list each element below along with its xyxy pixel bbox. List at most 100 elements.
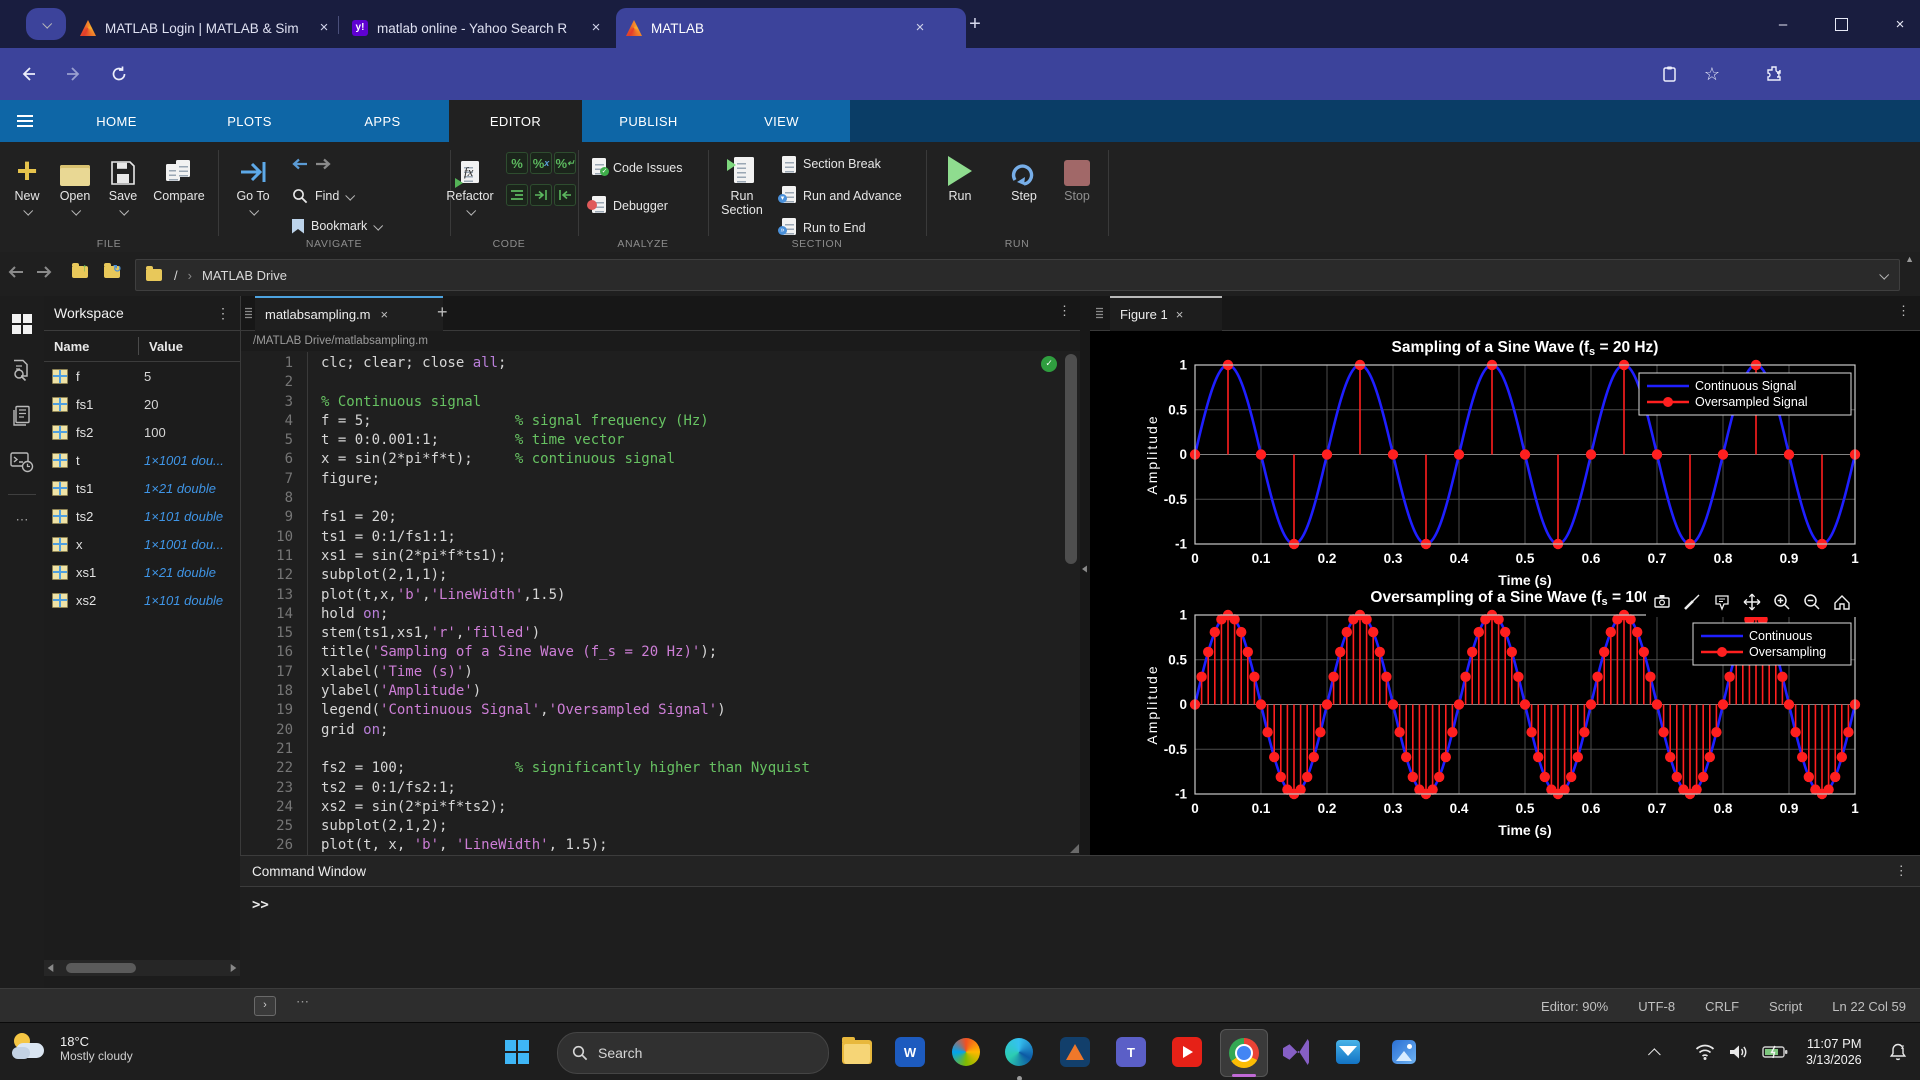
indent-left-button[interactable]	[554, 184, 576, 206]
command-prompt[interactable]: >>	[240, 887, 1920, 913]
editor-tab-close-icon[interactable]: ×	[381, 307, 389, 322]
refresh-folder-button[interactable]: ↻	[104, 266, 120, 281]
code-line[interactable]: grid on;	[321, 721, 1051, 740]
tab-editor[interactable]: EDITOR	[449, 100, 582, 142]
status-more-button[interactable]: ⋯	[296, 994, 311, 1010]
breadcrumb-root[interactable]: /	[174, 268, 178, 283]
editor-tab-matlabsampling[interactable]: matlabsampling.m ×	[255, 296, 443, 331]
tab-home[interactable]: HOME	[50, 100, 183, 142]
code-line[interactable]: stem(ts1,xs1,'r','filled')	[321, 624, 1051, 643]
breadcrumb-current[interactable]: MATLAB Drive	[202, 268, 287, 283]
uncomment-button[interactable]: %x	[530, 152, 552, 174]
workspace-row[interactable]: xs21×101 double	[44, 586, 240, 614]
code-line[interactable]: subplot(2,1,1);	[321, 566, 1051, 585]
code-line[interactable]: xs2 = sin(2*pi*f*ts2);	[321, 798, 1051, 817]
command-window-menu-button[interactable]: ⋮	[1895, 863, 1909, 879]
column-name[interactable]: Name	[54, 339, 138, 354]
run-and-advance-button[interactable]: ▾ Run and Advance	[782, 184, 902, 208]
line-number[interactable]: 12	[241, 566, 293, 585]
back-button[interactable]	[15, 61, 41, 87]
code-line[interactable]: fs1 = 20;	[321, 508, 1051, 527]
line-number-gutter[interactable]: 1234567891011121314151617181920212223242…	[241, 354, 293, 855]
code-line[interactable]: t = 0:0.001:1; % time vector	[321, 431, 1051, 450]
code-lines[interactable]: clc; clear; close all; % Continuous sign…	[321, 354, 1051, 855]
tray-show-hidden-button[interactable]	[1652, 1023, 1661, 1080]
history-forward-button[interactable]	[36, 265, 52, 282]
close-button[interactable]: ×	[1872, 0, 1920, 48]
tab-search-button[interactable]	[26, 8, 66, 40]
taskbar-app-mail[interactable]	[1328, 1032, 1368, 1072]
menu-button[interactable]	[0, 100, 50, 142]
run-to-end-button[interactable]: » Run to End	[782, 216, 866, 240]
tab-apps[interactable]: APPS	[316, 100, 449, 142]
code-line[interactable]	[321, 373, 1051, 392]
workspace-row[interactable]: x1×1001 dou...	[44, 530, 240, 558]
maximize-button[interactable]	[1813, 0, 1869, 48]
line-number[interactable]: 7	[241, 470, 293, 489]
code-line[interactable]: plot(t, x, 'b', 'LineWidth', 1.5);	[321, 836, 1051, 855]
taskbar-app-photos[interactable]	[1384, 1032, 1424, 1072]
line-number[interactable]: 8	[241, 489, 293, 508]
status-line-ending[interactable]: CRLF	[1705, 999, 1739, 1014]
figure-menu-button[interactable]: ⋮	[1897, 303, 1910, 319]
code-line[interactable]: xs1 = sin(2*pi*f*ts1);	[321, 547, 1051, 566]
workspace-row[interactable]: fs2100	[44, 418, 240, 446]
wrap-comments-button[interactable]: %↵	[554, 152, 576, 174]
comment-button[interactable]: %	[506, 152, 528, 174]
new-tab-button[interactable]: +	[962, 12, 988, 38]
editor-vscrollbar[interactable]	[1065, 354, 1077, 564]
tray-volume[interactable]	[1728, 1023, 1748, 1080]
status-cursor-position[interactable]: Ln 22 Col 59	[1832, 999, 1906, 1014]
indent-right-button[interactable]	[530, 184, 552, 206]
line-number[interactable]: 24	[241, 798, 293, 817]
tab-close-icon[interactable]: ×	[911, 19, 929, 37]
status-file-type[interactable]: Script	[1769, 999, 1802, 1014]
code-issues-button[interactable]: ✓ Code Issues	[592, 156, 682, 180]
figure-toolbar[interactable]	[1646, 587, 1858, 617]
code-line[interactable]: x = sin(2*pi*f*t); % continuous signal	[321, 450, 1051, 469]
column-divider[interactable]	[138, 337, 139, 355]
status-editor-zoom[interactable]: Editor: 90%	[1541, 999, 1608, 1014]
code-line[interactable]: ylabel('Amplitude')	[321, 682, 1051, 701]
browser-tab-matlab-login[interactable]: MATLAB Login | MATLAB & Sim ×	[70, 8, 355, 48]
browser-tab-matlab-active[interactable]: MATLAB ×	[616, 8, 966, 48]
workspace-row[interactable]: xs11×21 double	[44, 558, 240, 586]
code-editor[interactable]: 1234567891011121314151617181920212223242…	[241, 352, 1081, 855]
subplot-top[interactable]: 00.10.20.30.40.50.60.70.80.91-1-0.500.51…	[1144, 339, 1860, 588]
stop-button[interactable]: Stop	[1052, 150, 1102, 203]
taskbar-app-teams[interactable]: T	[1111, 1032, 1151, 1072]
workspace-row[interactable]: t1×1001 dou...	[44, 446, 240, 474]
code-line[interactable]: ts2 = 0:1/fs2:1;	[321, 779, 1051, 798]
code-line[interactable]: plot(t,x,'b','LineWidth',1.5)	[321, 586, 1051, 605]
taskbar-app-explorer[interactable]	[837, 1032, 877, 1072]
line-number[interactable]: 2	[241, 373, 293, 392]
panel-splitter[interactable]	[1080, 296, 1090, 855]
tray-battery[interactable]	[1762, 1023, 1788, 1080]
workspace-row[interactable]: fs120	[44, 390, 240, 418]
panel-grip-icon[interactable]	[244, 307, 253, 319]
reload-button[interactable]	[106, 61, 132, 87]
debugger-button[interactable]: Debugger	[592, 194, 668, 218]
tab-view[interactable]: VIEW	[715, 100, 848, 142]
line-number[interactable]: 17	[241, 663, 293, 682]
upload-button[interactable]: ↑	[72, 266, 88, 281]
smart-indent-button[interactable]	[506, 184, 528, 206]
sidebar-more-button[interactable]: ⋯	[8, 506, 36, 534]
compare-button[interactable]: Compare	[150, 150, 208, 203]
column-value[interactable]: Value	[149, 339, 183, 354]
workspace-menu-button[interactable]: ⋮	[216, 305, 230, 322]
line-number[interactable]: 25	[241, 817, 293, 836]
panel-grip-icon[interactable]	[1095, 307, 1104, 319]
code-line[interactable]: hold on;	[321, 605, 1051, 624]
taskbar-app-chrome-active[interactable]	[1220, 1029, 1268, 1077]
code-line[interactable]: fs2 = 100; % significantly higher than N…	[321, 759, 1051, 778]
code-line[interactable]: % Continuous signal	[321, 393, 1051, 412]
save-button[interactable]: Save	[100, 150, 146, 218]
line-number[interactable]: 6	[241, 450, 293, 469]
code-line[interactable]: xlabel('Time (s)')	[321, 663, 1051, 682]
run-button[interactable]: Run	[934, 150, 986, 203]
collapse-toolstrip-button[interactable]: ▲	[1905, 254, 1914, 264]
code-line[interactable]	[321, 740, 1051, 759]
line-number[interactable]: 22	[241, 759, 293, 778]
taskbar-app-word[interactable]: W	[890, 1032, 930, 1072]
